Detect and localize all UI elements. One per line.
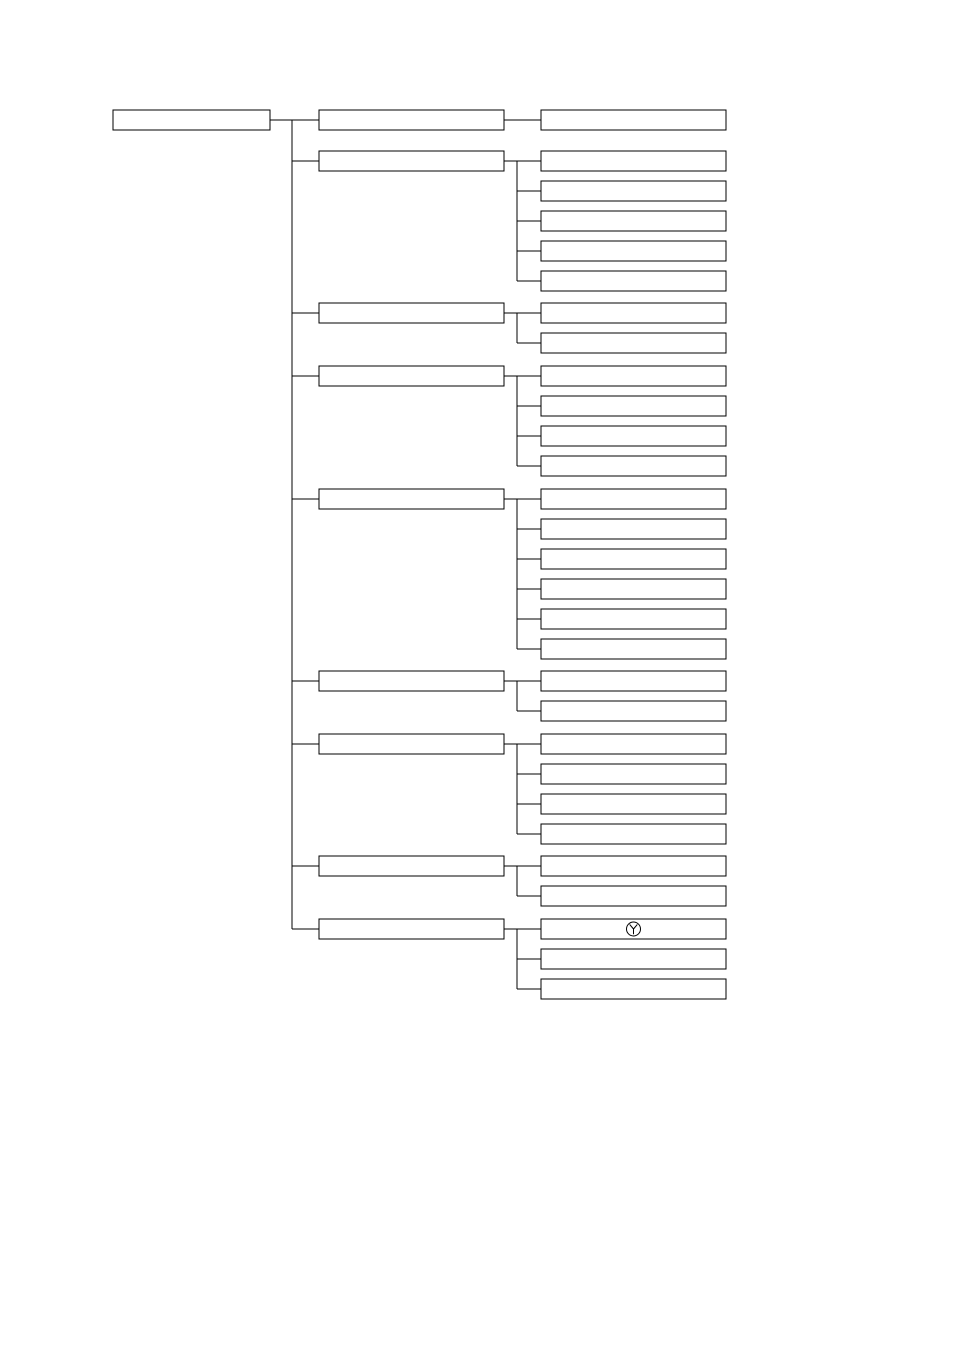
level3-node-6-2	[541, 794, 726, 814]
level3-node-4-5	[541, 639, 726, 659]
level3-node-6-1	[541, 764, 726, 784]
level3-node-1-2	[541, 211, 726, 231]
level3-node-4-2	[541, 549, 726, 569]
level2-node-5	[319, 671, 504, 691]
level2-node-8	[319, 919, 504, 939]
level2-node-4	[319, 489, 504, 509]
level3-node-1-3	[541, 241, 726, 261]
level3-node-6-0	[541, 734, 726, 754]
root-node	[113, 110, 270, 130]
level3-node-7-1	[541, 886, 726, 906]
level3-node-1-4	[541, 271, 726, 291]
level3-node-4-4	[541, 609, 726, 629]
level3-node-5-1	[541, 701, 726, 721]
level2-node-3	[319, 366, 504, 386]
level3-node-2-0	[541, 303, 726, 323]
level3-node-6-3	[541, 824, 726, 844]
level3-node-7-0	[541, 856, 726, 876]
level3-node-4-0	[541, 489, 726, 509]
hierarchy-diagram	[0, 0, 954, 1349]
level3-node-3-1	[541, 396, 726, 416]
level3-node-3-3	[541, 456, 726, 476]
level3-node-0-0	[541, 110, 726, 130]
level2-node-1	[319, 151, 504, 171]
level2-node-7	[319, 856, 504, 876]
level3-node-2-1	[541, 333, 726, 353]
level3-node-8-2	[541, 979, 726, 999]
level3-node-5-0	[541, 671, 726, 691]
level3-node-1-0	[541, 151, 726, 171]
level3-node-8-1	[541, 949, 726, 969]
level3-node-3-0	[541, 366, 726, 386]
level3-node-3-2	[541, 426, 726, 446]
level3-node-4-3	[541, 579, 726, 599]
level2-node-2	[319, 303, 504, 323]
level2-node-0	[319, 110, 504, 130]
level3-node-1-1	[541, 181, 726, 201]
level3-node-4-1	[541, 519, 726, 539]
level2-node-6	[319, 734, 504, 754]
